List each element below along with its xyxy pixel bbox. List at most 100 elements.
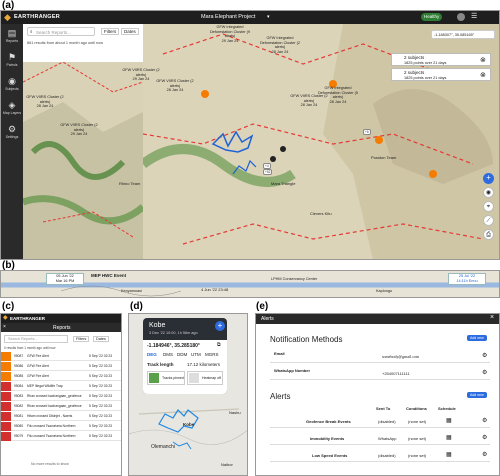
report-time: 5 Sep '22 02:23 [89,404,112,408]
dates-button[interactable]: Dates [121,28,139,35]
brand-name: EARTHRANGER [14,14,61,20]
geofence-icon [1,422,11,431]
copy-icon[interactable]: ⧉ [217,342,221,348]
sidebar-item-settings[interactable]: ⚙ Settings [1,122,23,144]
search-input[interactable]: Search Reports... [4,335,68,343]
tracks-pinned-toggle[interactable]: Tracks pinned [147,371,185,385]
method-value[interactable]: +254007111111 [382,371,410,376]
report-name: Fitu crossed Tsavoriana Northern [27,434,76,438]
subject-detail: -1.184946°, 35.285180° ⧉ DEG DMS DDM UTM… [143,340,227,394]
timeline-event[interactable]: MEP HWC Event [91,273,126,278]
report-name: Fitu crossed Tsavoriana Northern [27,424,76,428]
cluster-counter[interactable]: +52 [263,169,273,175]
format-tab-dms[interactable]: DMS [163,352,173,357]
map-cluster-label[interactable]: GFW Integrated Deforestation Cluster (2 … [255,36,305,54]
format-tab-deg[interactable]: DEG [147,352,157,357]
list-item[interactable]: 95080 Fitu crossed Tsavoriana Northern 5 S… [1,422,121,431]
place-label: Posidon Team [371,155,397,160]
close-icon[interactable]: × [3,324,6,330]
coordinate-display[interactable]: -1.188307°, 35.085165° [431,30,495,39]
gear-icon[interactable]: ⚙ [482,417,487,424]
map-cluster-label[interactable]: GFW VIIRS Cluster (2 alerts) 28 Jan 24 [289,94,329,108]
calendar-icon[interactable]: ▦ [446,451,452,458]
search-placeholder: Search Reports... [36,30,72,35]
eye-icon[interactable]: ◉ [483,187,494,198]
calendar-icon[interactable]: ▦ [446,434,452,441]
gear-icon[interactable]: ⚙ [482,369,487,376]
subject-card[interactable]: 2 subjects 1825 points over 21 days ⊗ [391,68,491,81]
close-icon[interactable]: ⊗ [480,56,486,64]
list-item[interactable]: 95086 GFW Fire Alert 5 Sep '22 02:23 [1,362,121,371]
search-input[interactable]: ⌕ Search Reports... [27,27,95,36]
timeline-end-date[interactable]: 25 Jul '22 14:11h Ennu [448,273,486,285]
alert-name: Geofence Break Events [306,419,351,424]
report-time: 5 Sep '22 02:23 [89,394,112,398]
project-selector[interactable]: Mara Elephant Project [201,14,255,20]
list-item[interactable]: 95085 GFW Fire Alert 5 Sep '22 02:23 [1,372,121,381]
map-canvas-left[interactable] [23,62,143,260]
place-label: LPHM Conservancy Center [271,277,318,281]
add-alert-button[interactable]: Add new [467,392,487,398]
subject-card[interactable]: 2 subjects 1825 points over 21 days ⊗ [391,53,491,66]
gear-icon[interactable]: ⚙ [482,434,487,441]
menu-icon[interactable]: ☰ [471,12,477,20]
format-tab-utm[interactable]: UTM [191,352,201,357]
close-icon[interactable]: × [490,314,494,321]
alert-sent-to: (disabled) [378,419,396,424]
print-icon[interactable]: ⎙ [483,229,494,240]
table-row[interactable]: Low Speed Events (disabled) (none set) ▦ ⚙ [270,448,490,462]
subject-card-title: 2 subjects [404,70,425,75]
alert-sent-to: (disabled) [378,453,396,458]
panel-d-subject-popup: Kobe 3 Dec '22 10:00, 1h 56m ago + -1.18… [128,313,248,476]
avatar[interactable] [457,13,465,21]
timeline-start-date[interactable]: 05 Jun '22 Mar 16 PM [46,273,84,285]
heatmap-toggle[interactable]: Heatmap off [187,371,223,385]
filters-button[interactable]: Filters [101,28,120,35]
place-label: Naibor [221,462,233,467]
add-button[interactable]: + [215,321,225,331]
reports-search-panel: ⌕ Search Reports... Filters Dates 861 re… [23,24,143,62]
sidebar-item-subjects[interactable]: ◉ Subjects [1,74,23,96]
add-method-button[interactable]: Add new [467,335,487,341]
map-cluster-label[interactable]: GFW VIIRS Cluster (2 alerts) 29 Jan 24 [59,123,99,137]
list-item[interactable]: 95084 MEP Illegal Wildlife Trap 5 Sep '22 … [1,382,121,391]
panel-e-alerts: Alerts × Notification Methods Add new Em… [255,313,500,476]
add-report-button[interactable]: + [483,173,494,184]
table-row[interactable]: Immobility Events WhatsApp (none set) ▦ ⚙ [270,431,490,445]
alert-conditions: (none set) [408,436,427,441]
top-bar: ◆ EARTHRANGER Mara Elephant Project ▾ He… [1,11,499,24]
list-item[interactable]: 95079 Fitu crossed Tsavoriana Northern 5 S… [1,432,121,441]
place-label: Clevers Kitu [310,211,332,216]
list-item[interactable]: 95083 Rhan crossed kachangaan_geofence 5 S… [1,392,121,401]
list-item[interactable]: 95082 Rhan crossed kachangaan_geofence 5 S… [1,402,121,411]
table-row[interactable]: Geofence Break Events (disabled) (none set… [270,414,490,428]
map-cluster-label[interactable]: GFW VIIRS Cluster (2 alerts) 28 Jan 24 [155,79,195,93]
sidebar-item-patrols[interactable]: ⚑ Patrols [1,50,23,72]
report-time: 5 Sep '22 02:23 [89,434,112,438]
format-tab-mgrs[interactable]: MGRS [205,352,219,357]
list-item[interactable]: 95081 Hitam crossed Dikinjet - Naeris 5 Se… [1,412,121,421]
sidebar-item-map-layers[interactable]: ◈ Map Layers [1,98,23,120]
gear-icon[interactable]: ⚙ [482,451,487,458]
status-badge[interactable]: Healthy [421,13,443,21]
report-time: 5 Sep '22 02:23 [89,384,112,388]
list-item[interactable]: 95087 GFW Fire Alert 5 Sep '22 02:23 [1,352,121,361]
cluster-counter[interactable]: +6 [363,129,371,135]
place-label: Olemanchi [151,444,175,450]
map-cluster-label[interactable]: GFW Integrated Deforestation Cluster (9 … [205,25,255,43]
close-icon[interactable]: ⊗ [480,71,486,79]
sidebar-label: Map Layers [2,111,22,115]
gear-icon[interactable]: ⚙ [482,352,487,359]
format-tab-ddm[interactable]: DDM [177,352,187,357]
subject-marker-label[interactable]: Kobe [183,422,194,427]
sidebar-item-reports[interactable]: ▤ Reports [1,26,23,48]
filters-button[interactable]: Filters [73,336,90,342]
dates-button[interactable]: Dates [93,336,109,342]
ruler-icon[interactable]: ⟋ [483,215,494,226]
heatmap-icon [189,373,199,383]
method-value[interactable]: somebody@gmail.com [382,354,419,359]
location-icon[interactable]: ⌖ [483,201,494,212]
report-id: 95080 [14,424,24,428]
map-cluster-label[interactable]: GFW VIIRS Cluster (2 alerts) 28 Jan 24 [25,95,65,109]
calendar-icon[interactable]: ▦ [446,417,452,424]
